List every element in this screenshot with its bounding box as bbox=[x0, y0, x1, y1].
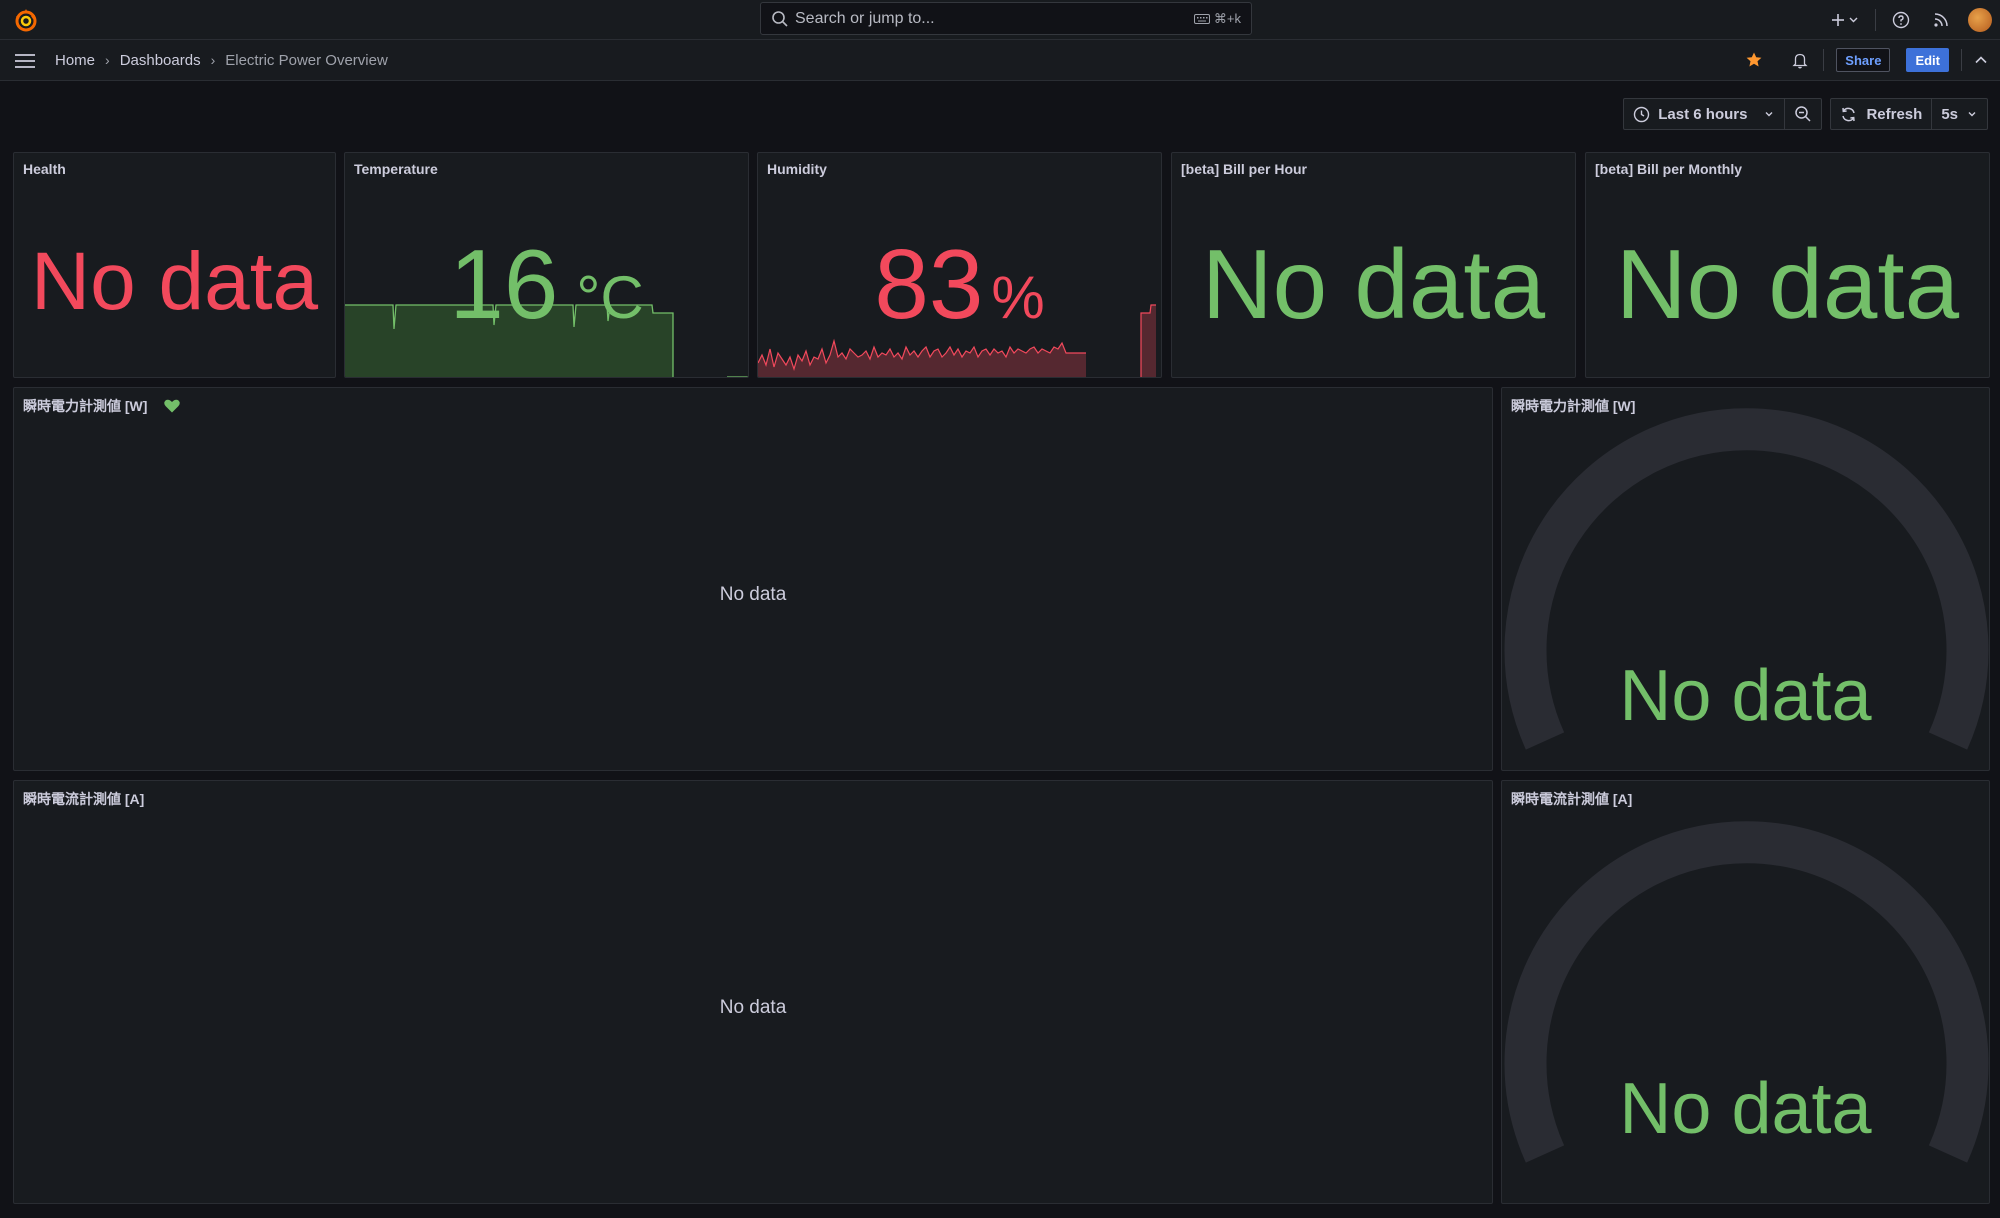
menu-toggle-button[interactable] bbox=[14, 50, 36, 72]
panel-title-text: [beta] Bill per Hour bbox=[1181, 161, 1308, 177]
clock-icon bbox=[1634, 106, 1650, 122]
grafana-logo-icon[interactable] bbox=[13, 7, 39, 33]
chevron-down-icon bbox=[1968, 112, 1976, 117]
panel-title: [beta] Bill per Monthly bbox=[1595, 161, 1742, 177]
panel-title: 瞬時電力計測値 [W] bbox=[23, 396, 181, 416]
breadcrumb-current: Electric Power Overview bbox=[225, 51, 388, 69]
chevron-right-icon: › bbox=[210, 52, 216, 68]
gauge-value: No data bbox=[1619, 1069, 1872, 1149]
refresh-icon bbox=[1842, 107, 1856, 121]
panel-temperature[interactable]: Temperature 16 °C bbox=[344, 152, 749, 378]
collapse-button[interactable] bbox=[1970, 49, 1992, 71]
top-bar: Search or jump to... ⌘+k bbox=[0, 0, 2000, 40]
refresh-interval-value: 5s bbox=[1941, 105, 1958, 123]
divider bbox=[1875, 9, 1876, 31]
time-controls: Last 6 hours Refresh 5s bbox=[1623, 98, 1988, 130]
divider bbox=[1823, 49, 1825, 71]
humidity-unit: % bbox=[991, 264, 1045, 331]
panel-title-text: [beta] Bill per Monthly bbox=[1595, 161, 1742, 177]
search-icon bbox=[771, 10, 789, 28]
refresh-picker[interactable]: Refresh 5s bbox=[1830, 98, 1988, 130]
stat-value: No data bbox=[1201, 229, 1546, 339]
stat-value: No data bbox=[1615, 229, 1960, 339]
breadcrumb: Home › Dashboards › Electric Power Overv… bbox=[55, 40, 388, 80]
favorite-button[interactable] bbox=[1743, 49, 1765, 71]
search-placeholder: Search or jump to... bbox=[795, 9, 935, 27]
divider bbox=[1961, 49, 1962, 71]
temperature-unit: °C bbox=[576, 264, 644, 331]
rss-icon bbox=[1934, 13, 1948, 27]
refresh-interval-select[interactable]: 5s bbox=[1931, 99, 1987, 129]
panel-humidity[interactable]: Humidity 83% bbox=[757, 152, 1162, 378]
panel-title-text: 瞬時電力計測値 [W] bbox=[23, 398, 148, 414]
zoom-out-icon bbox=[1795, 106, 1811, 122]
search-shortcut: ⌘+k bbox=[1193, 10, 1241, 27]
breadcrumb-dashboards[interactable]: Dashboards bbox=[120, 52, 201, 69]
alert-button[interactable] bbox=[1789, 49, 1811, 71]
zoom-out-button[interactable] bbox=[1784, 99, 1821, 129]
search-input[interactable]: Search or jump to... ⌘+k bbox=[760, 2, 1252, 35]
nav-bar: Home › Dashboards › Electric Power Overv… bbox=[0, 40, 2000, 81]
time-range-picker[interactable]: Last 6 hours bbox=[1623, 98, 1823, 130]
news-button[interactable] bbox=[1930, 9, 1952, 31]
chevron-right-icon: › bbox=[105, 52, 110, 68]
panel-title: Health bbox=[23, 161, 66, 177]
stat-value: 16 °C bbox=[345, 235, 748, 333]
stat-value: No data bbox=[30, 236, 319, 327]
chevron-up-icon bbox=[1975, 56, 1987, 64]
gauge-value: No data bbox=[1619, 656, 1872, 736]
heart-icon bbox=[164, 399, 181, 413]
panel-power-gauge[interactable]: 瞬時電力計測値 [W] No data bbox=[1501, 387, 1990, 771]
user-avatar[interactable] bbox=[1968, 8, 1992, 32]
bell-icon bbox=[1792, 53, 1808, 69]
panel-current-timeseries[interactable]: 瞬時電流計測値 [A] No data bbox=[13, 780, 1493, 1204]
star-icon bbox=[1746, 52, 1762, 67]
add-new-button[interactable] bbox=[1829, 9, 1863, 31]
panel-bill-per-monthly[interactable]: [beta] Bill per Monthly No data bbox=[1585, 152, 1990, 378]
no-data-message: No data bbox=[719, 584, 787, 605]
humidity-value: 83 bbox=[874, 229, 984, 339]
help-button[interactable] bbox=[1890, 9, 1912, 31]
breadcrumb-home[interactable]: Home bbox=[55, 52, 95, 69]
share-button[interactable]: Share bbox=[1836, 48, 1891, 72]
panel-title-text: Health bbox=[23, 161, 66, 177]
hamburger-icon bbox=[15, 54, 35, 68]
help-icon bbox=[1892, 11, 1910, 29]
shortcut-label: ⌘+k bbox=[1213, 10, 1241, 26]
stat-value: 83% bbox=[758, 235, 1161, 333]
refresh-button[interactable]: Refresh bbox=[1831, 99, 1931, 129]
panel-bill-per-hour[interactable]: [beta] Bill per Hour No data bbox=[1171, 152, 1576, 378]
panel-power-timeseries[interactable]: 瞬時電力計測値 [W] No data bbox=[13, 387, 1493, 771]
panel-current-gauge[interactable]: 瞬時電流計測値 [A] No data bbox=[1501, 780, 1990, 1204]
no-data-message: No data bbox=[719, 997, 787, 1018]
edit-button[interactable]: Edit bbox=[1906, 48, 1949, 72]
refresh-label: Refresh bbox=[1866, 105, 1923, 123]
panel-title: [beta] Bill per Hour bbox=[1181, 161, 1307, 177]
panel-health[interactable]: Health No data bbox=[13, 152, 336, 378]
plus-icon bbox=[1832, 14, 1858, 26]
temperature-value: 16 bbox=[449, 229, 559, 339]
keyboard-icon bbox=[1193, 13, 1210, 24]
panel-title: 瞬時電流計測値 [A] bbox=[23, 789, 144, 809]
chevron-down-icon bbox=[1765, 112, 1773, 117]
time-range-label: Last 6 hours bbox=[1658, 105, 1748, 123]
panel-title-text: 瞬時電流計測値 [A] bbox=[23, 791, 145, 807]
